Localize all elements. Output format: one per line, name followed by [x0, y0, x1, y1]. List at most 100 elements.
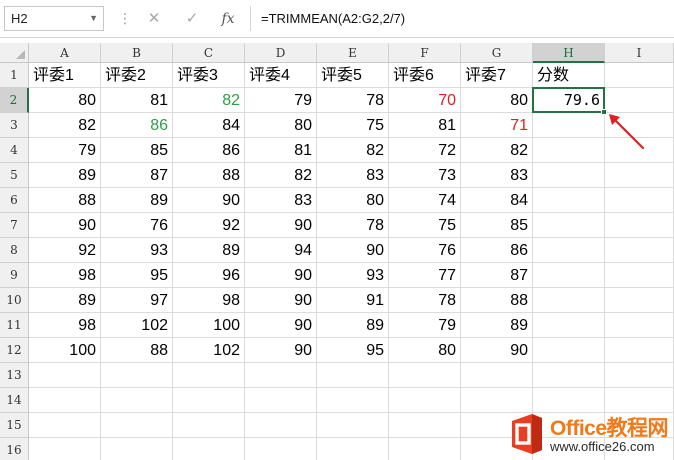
cell-a13[interactable] — [29, 363, 101, 388]
cell-e13[interactable] — [317, 363, 389, 388]
cell-h6[interactable] — [533, 188, 605, 213]
cell-h10[interactable] — [533, 288, 605, 313]
cell-i8[interactable] — [605, 238, 674, 263]
cell-h7[interactable] — [533, 213, 605, 238]
cell-h4[interactable] — [533, 138, 605, 163]
column-header-g[interactable]: G — [461, 43, 533, 63]
row-header-5[interactable]: 5 — [0, 163, 29, 188]
cell-a9[interactable]: 98 — [29, 263, 101, 288]
cell-c8[interactable]: 89 — [173, 238, 245, 263]
cell-e15[interactable] — [317, 413, 389, 438]
cell-b3[interactable]: 86 — [101, 113, 173, 138]
cell-f1[interactable]: 评委6 — [389, 63, 461, 88]
cell-g2[interactable]: 80 — [461, 88, 533, 113]
cell-c5[interactable]: 88 — [173, 163, 245, 188]
row-header-8[interactable]: 8 — [0, 238, 29, 263]
cell-i7[interactable] — [605, 213, 674, 238]
cell-i9[interactable] — [605, 263, 674, 288]
cell-b16[interactable] — [101, 438, 173, 460]
column-header-h[interactable]: H — [533, 43, 605, 63]
cell-g11[interactable]: 89 — [461, 313, 533, 338]
enter-button[interactable]: ✓ — [180, 8, 204, 30]
cell-b12[interactable]: 88 — [101, 338, 173, 363]
row-header-7[interactable]: 7 — [0, 213, 29, 238]
cell-d6[interactable]: 83 — [245, 188, 317, 213]
cell-e9[interactable]: 93 — [317, 263, 389, 288]
row-header-6[interactable]: 6 — [0, 188, 29, 213]
cell-g1[interactable]: 评委7 — [461, 63, 533, 88]
cell-d14[interactable] — [245, 388, 317, 413]
cell-g9[interactable]: 87 — [461, 263, 533, 288]
cell-e16[interactable] — [317, 438, 389, 460]
cell-e2[interactable]: 78 — [317, 88, 389, 113]
cell-f10[interactable]: 78 — [389, 288, 461, 313]
cell-a2[interactable]: 80 — [29, 88, 101, 113]
cell-a8[interactable]: 92 — [29, 238, 101, 263]
cell-a1[interactable]: 评委1 — [29, 63, 101, 88]
cell-f4[interactable]: 72 — [389, 138, 461, 163]
cell-f13[interactable] — [389, 363, 461, 388]
cell-d13[interactable] — [245, 363, 317, 388]
cell-f8[interactable]: 76 — [389, 238, 461, 263]
row-header-10[interactable]: 10 — [0, 288, 29, 313]
cell-f11[interactable]: 79 — [389, 313, 461, 338]
cell-b4[interactable]: 85 — [101, 138, 173, 163]
cell-d4[interactable]: 81 — [245, 138, 317, 163]
cell-b5[interactable]: 87 — [101, 163, 173, 188]
cell-c4[interactable]: 86 — [173, 138, 245, 163]
cell-b11[interactable]: 102 — [101, 313, 173, 338]
cell-d15[interactable] — [245, 413, 317, 438]
cell-a11[interactable]: 98 — [29, 313, 101, 338]
cell-a6[interactable]: 88 — [29, 188, 101, 213]
cell-c16[interactable] — [173, 438, 245, 460]
cell-g3[interactable]: 71 — [461, 113, 533, 138]
cell-f3[interactable]: 81 — [389, 113, 461, 138]
cell-e7[interactable]: 78 — [317, 213, 389, 238]
cell-c11[interactable]: 100 — [173, 313, 245, 338]
column-header-i[interactable]: I — [605, 43, 674, 63]
cell-b6[interactable]: 89 — [101, 188, 173, 213]
cell-h1[interactable]: 分数 — [533, 63, 605, 88]
cell-g7[interactable]: 85 — [461, 213, 533, 238]
cell-b13[interactable] — [101, 363, 173, 388]
cell-i13[interactable] — [605, 363, 674, 388]
cell-g10[interactable]: 88 — [461, 288, 533, 313]
column-header-a[interactable]: A — [29, 43, 101, 63]
cell-i1[interactable] — [605, 63, 674, 88]
cell-d11[interactable]: 90 — [245, 313, 317, 338]
row-header-2[interactable]: 2 — [0, 88, 29, 113]
cell-d10[interactable]: 90 — [245, 288, 317, 313]
cell-h3[interactable] — [533, 113, 605, 138]
cell-i6[interactable] — [605, 188, 674, 213]
cell-d16[interactable] — [245, 438, 317, 460]
row-header-12[interactable]: 12 — [0, 338, 29, 363]
cell-e1[interactable]: 评委5 — [317, 63, 389, 88]
cell-c1[interactable]: 评委3 — [173, 63, 245, 88]
row-header-14[interactable]: 14 — [0, 388, 29, 413]
cell-d9[interactable]: 90 — [245, 263, 317, 288]
cancel-button[interactable]: ✕ — [142, 8, 166, 30]
select-all-button[interactable] — [0, 43, 29, 63]
cell-i5[interactable] — [605, 163, 674, 188]
cell-g4[interactable]: 82 — [461, 138, 533, 163]
cell-e11[interactable]: 89 — [317, 313, 389, 338]
cell-c10[interactable]: 98 — [173, 288, 245, 313]
cell-b2[interactable]: 81 — [101, 88, 173, 113]
column-header-e[interactable]: E — [317, 43, 389, 63]
cell-c12[interactable]: 102 — [173, 338, 245, 363]
cell-b9[interactable]: 95 — [101, 263, 173, 288]
cell-a7[interactable]: 90 — [29, 213, 101, 238]
cell-f7[interactable]: 75 — [389, 213, 461, 238]
cell-h11[interactable] — [533, 313, 605, 338]
row-header-1[interactable]: 1 — [0, 63, 29, 88]
cell-c7[interactable]: 92 — [173, 213, 245, 238]
row-header-15[interactable]: 15 — [0, 413, 29, 438]
cell-g13[interactable] — [461, 363, 533, 388]
cell-c6[interactable]: 90 — [173, 188, 245, 213]
cell-d7[interactable]: 90 — [245, 213, 317, 238]
cell-a16[interactable] — [29, 438, 101, 460]
cell-a4[interactable]: 79 — [29, 138, 101, 163]
cell-i11[interactable] — [605, 313, 674, 338]
cell-d5[interactable]: 82 — [245, 163, 317, 188]
cell-f15[interactable] — [389, 413, 461, 438]
